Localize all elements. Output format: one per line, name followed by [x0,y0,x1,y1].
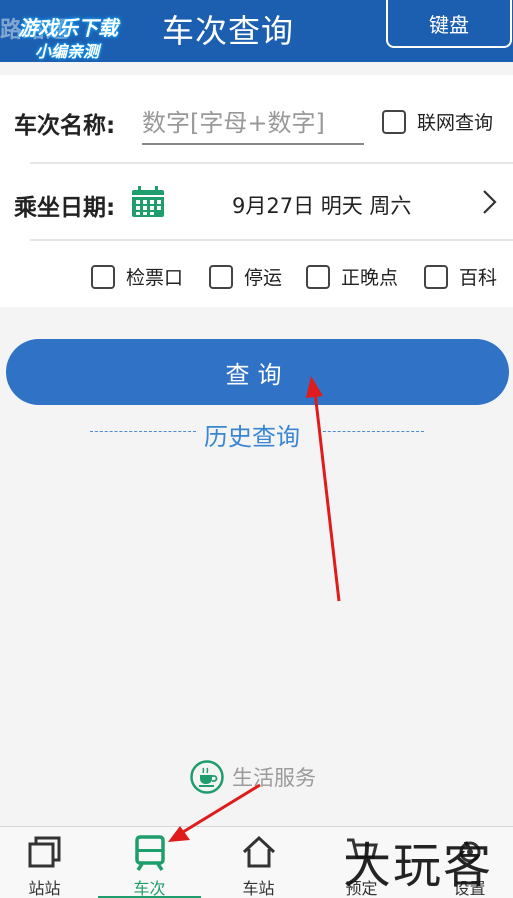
checkbox-box[interactable] [209,264,233,289]
divider [30,162,513,164]
coffee-cup-icon [190,760,224,794]
watermark-bottom: 大玩客 [343,838,494,894]
train-icon [134,835,165,871]
online-query-label: 联网查询 [417,112,494,134]
checkbox-box[interactable] [382,109,406,134]
nav-label: 站站 [28,879,61,898]
watermark-line1: 游戏乐下载 [18,16,118,40]
option-label: 检票口 [126,267,184,289]
option-ticket-gate[interactable]: 检票口 [91,263,183,290]
option-delay[interactable]: 正晚点 [306,263,398,290]
travel-date-label: 乘坐日期: [14,195,116,221]
option-suspended[interactable]: 停运 [209,263,282,290]
travel-date-value[interactable]: 9月27日 明天 周六 [232,190,411,220]
nav-label: 车次 [133,879,166,898]
checkbox-box[interactable] [424,264,448,289]
life-service-label: 生活服务 [232,766,316,790]
checkbox-box[interactable] [91,264,115,289]
page-title: 车次查询 [162,12,295,50]
divider [30,239,513,241]
keyboard-button[interactable]: 键盘 [386,0,512,48]
nav-label: 车站 [242,879,275,898]
query-button[interactable]: 查询 [6,339,509,405]
option-label: 停运 [244,267,283,289]
calendar-icon[interactable] [130,185,166,219]
app-brand: 路路通 游戏乐下载 小编亲测 [0,4,150,61]
dashed-line [90,431,196,432]
life-service-link[interactable]: 生活服务 [190,760,316,794]
app-header: 路路通 游戏乐下载 小编亲测 车次查询 键盘 [0,0,513,62]
watermark-line2: 小编亲测 [35,42,100,61]
dashed-line [318,431,424,432]
option-wiki[interactable]: 百科 [424,263,497,290]
chevron-right-icon[interactable] [478,187,500,217]
option-label: 正晚点 [341,267,399,289]
query-form-panel: 车次名称: 联网查询 乘坐日期: 9月27日 明天 周六 检票口 停运 正晚点 … [0,75,513,307]
train-number-input[interactable] [142,103,364,145]
checkbox-box[interactable] [306,264,330,289]
nav-item-station-to-station[interactable]: 站站 [0,827,96,898]
online-query-checkbox[interactable]: 联网查询 [382,108,493,135]
station-to-station-icon [28,836,60,868]
history-query-label[interactable]: 历史查询 [204,417,300,452]
nav-item-station[interactable]: 车站 [207,827,310,898]
home-station-icon [242,835,275,868]
train-number-label: 车次名称: [14,113,116,139]
history-query-link[interactable]: 历史查询 [90,417,424,452]
option-label: 百科 [459,267,498,289]
annotation-arrow-up [306,376,341,602]
nav-item-train[interactable]: 车次 [98,827,201,898]
